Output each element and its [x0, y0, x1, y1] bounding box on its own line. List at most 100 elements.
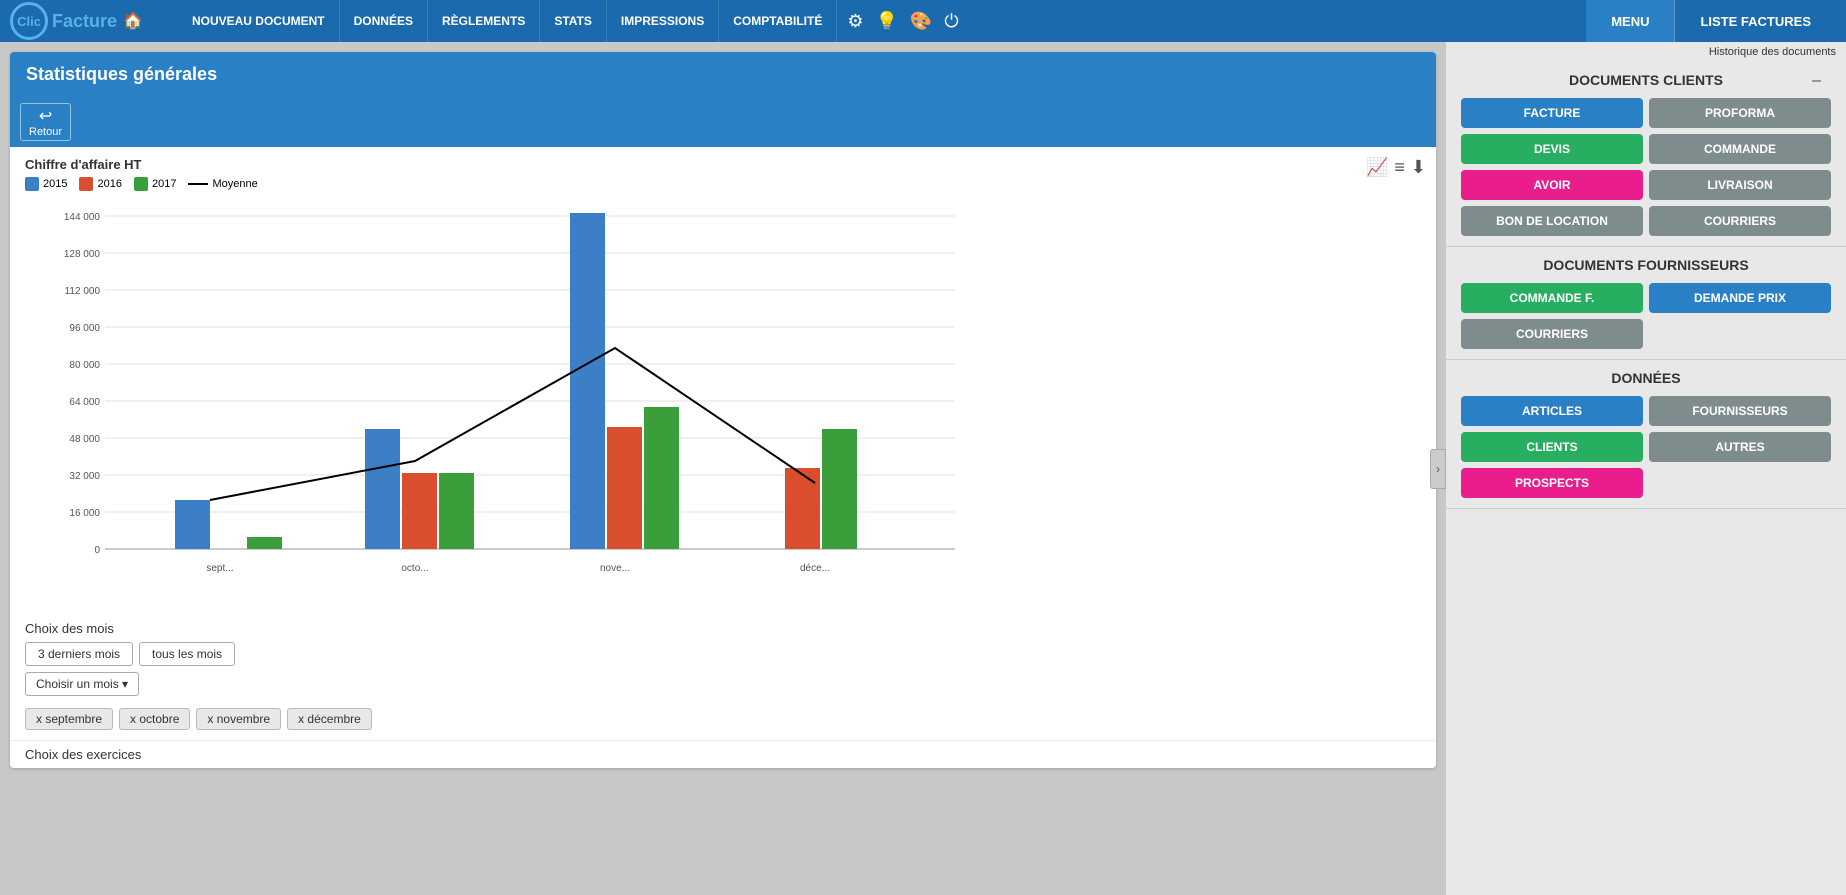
month-filter-label: Choix des mois: [25, 621, 1421, 636]
nav-comptabilite[interactable]: COMPTABILITÉ: [719, 0, 837, 42]
left-content: Statistiques générales ↩ Retour 📈 ≡ ⬇ Ch…: [0, 42, 1446, 895]
average-line: [210, 348, 815, 500]
home-icon[interactable]: 🏠: [123, 11, 143, 31]
prospects-btn[interactable]: PROSPECTS: [1461, 468, 1643, 498]
documents-fournisseurs-title: DOCUMENTS FOURNISSEURS: [1461, 257, 1831, 273]
documents-fournisseurs-section: DOCUMENTS FOURNISSEURS COMMANDE F. DEMAN…: [1446, 247, 1846, 360]
last-3-months-button[interactable]: 3 derniers mois: [25, 642, 133, 666]
chart-title: Chiffre d'affaire HT: [25, 157, 1421, 172]
proforma-btn[interactable]: PROFORMA: [1649, 98, 1831, 128]
stats-card: Statistiques générales ↩ Retour 📈 ≡ ⬇ Ch…: [10, 52, 1436, 768]
devis-btn[interactable]: DEVIS: [1461, 134, 1643, 164]
articles-btn[interactable]: ARTICLES: [1461, 396, 1643, 426]
fournisseurs-btn[interactable]: FOURNISSEURS: [1649, 396, 1831, 426]
settings-icon[interactable]: ⚙: [847, 11, 863, 32]
chart-area: 📈 ≡ ⬇ Chiffre d'affaire HT 2015 2016: [10, 147, 1436, 611]
bar-nove-2016: [607, 427, 642, 549]
liste-factures-button[interactable]: LISTE FACTURES: [1674, 0, 1836, 42]
svg-text:80 000: 80 000: [69, 360, 100, 371]
nav-donnees[interactable]: DONNÉES: [340, 0, 428, 42]
collapse-button[interactable]: ›: [1430, 449, 1446, 489]
exercice-filter-label: Choix des exercices: [25, 747, 141, 762]
svg-text:0: 0: [94, 545, 100, 556]
legend-label-moyenne: Moyenne: [212, 178, 257, 190]
nav-nouveau-document[interactable]: NOUVEAU DOCUMENT: [178, 0, 340, 42]
legend-2017: 2017: [134, 177, 176, 191]
tag-novembre[interactable]: x novembre: [196, 708, 281, 730]
card-header: Statistiques générales: [10, 52, 1436, 97]
list-icon[interactable]: ≡: [1394, 157, 1405, 178]
svg-text:nove...: nove...: [600, 563, 630, 574]
courriers-clients-btn[interactable]: COURRIERS: [1649, 206, 1831, 236]
main-layout: Statistiques générales ↩ Retour 📈 ≡ ⬇ Ch…: [0, 42, 1846, 895]
svg-text:octo...: octo...: [401, 563, 428, 574]
logo-icon: Clic: [10, 2, 48, 40]
nav-reglements[interactable]: RÈGLEMENTS: [428, 0, 540, 42]
clients-btn[interactable]: CLIENTS: [1461, 432, 1643, 462]
svg-text:sept...: sept...: [206, 563, 233, 574]
legend-2016: 2016: [79, 177, 121, 191]
legend-label-2015: 2015: [43, 178, 67, 190]
all-months-button[interactable]: tous les mois: [139, 642, 235, 666]
bar-nove-2015: [570, 213, 605, 549]
bar-nove-2017: [644, 407, 679, 549]
tag-septembre[interactable]: x septembre: [25, 708, 113, 730]
nav-impressions[interactable]: IMPRESSIONS: [607, 0, 719, 42]
palette-icon[interactable]: 🎨: [910, 11, 932, 32]
courriers-fournisseurs-btn[interactable]: COURRIERS: [1461, 319, 1643, 349]
bar-sept-2015: [175, 500, 210, 549]
line-chart-icon[interactable]: 📈: [1366, 157, 1388, 178]
donnees-grid: ARTICLES FOURNISSEURS CLIENTS AUTRES PRO…: [1461, 396, 1831, 498]
commande-btn[interactable]: COMMANDE: [1649, 134, 1831, 164]
livraison-btn[interactable]: LIVRAISON: [1649, 170, 1831, 200]
commande-f-btn[interactable]: COMMANDE F.: [1461, 283, 1643, 313]
documents-clients-grid: FACTURE PROFORMA DEVIS COMMANDE AVOIR LI…: [1461, 98, 1831, 236]
history-label: Historique des documents: [1709, 46, 1836, 58]
logo-area: Clic Facture 🏠: [10, 2, 158, 40]
choose-month-select[interactable]: Choisir un mois ▾: [25, 672, 139, 696]
legend-label-2017: 2017: [152, 178, 176, 190]
legend-2015: 2015: [25, 177, 67, 191]
nav-items: NOUVEAU DOCUMENT DONNÉES RÈGLEMENTS STAT…: [178, 0, 1586, 42]
svg-text:16 000: 16 000: [69, 508, 100, 519]
history-header: Historique des documents: [1446, 42, 1846, 62]
svg-text:96 000: 96 000: [69, 323, 100, 334]
autres-btn[interactable]: AUTRES: [1649, 432, 1831, 462]
back-button[interactable]: ↩ Retour: [20, 103, 71, 141]
nav-stats[interactable]: STATS: [540, 0, 607, 42]
bar-octo-2016: [402, 473, 437, 549]
chart-legend: 2015 2016 2017 Moyenne: [25, 177, 1421, 191]
month-btn-group: 3 derniers mois tous les mois: [25, 642, 1421, 666]
legend-box-2016: [79, 177, 93, 191]
tag-decembre[interactable]: x décembre: [287, 708, 372, 730]
svg-text:112 000: 112 000: [65, 286, 101, 297]
power-icon[interactable]: ⏻: [944, 11, 958, 32]
documents-fournisseurs-grid: COMMANDE F. DEMANDE PRIX COURRIERS: [1461, 283, 1831, 349]
demande-prix-btn[interactable]: DEMANDE PRIX: [1649, 283, 1831, 313]
download-icon[interactable]: ⬇: [1411, 157, 1426, 178]
page-title: Statistiques générales: [26, 64, 217, 84]
donnees-title: DONNÉES: [1461, 370, 1831, 386]
choose-month-label: Choisir un mois: [36, 677, 119, 691]
svg-text:144 000: 144 000: [64, 212, 101, 223]
facture-btn[interactable]: FACTURE: [1461, 98, 1643, 128]
minimize-clients-icon[interactable]: –: [1812, 72, 1821, 90]
lightbulb-icon[interactable]: 💡: [875, 11, 897, 32]
top-nav: Clic Facture 🏠 NOUVEAU DOCUMENT DONNÉES …: [0, 0, 1846, 42]
menu-button[interactable]: MENU: [1586, 0, 1674, 42]
svg-text:déce...: déce...: [800, 563, 830, 574]
donnees-section: DONNÉES ARTICLES FOURNISSEURS CLIENTS AU…: [1446, 360, 1846, 509]
bar-sept-2017: [247, 537, 282, 549]
avoir-btn[interactable]: AVOIR: [1461, 170, 1643, 200]
svg-text:128 000: 128 000: [64, 249, 101, 260]
bar-octo-2015: [365, 429, 400, 549]
legend-label-2016: 2016: [97, 178, 121, 190]
tag-octobre[interactable]: x octobre: [119, 708, 190, 730]
right-panel: Historique des documents › DOCUMENTS CLI…: [1446, 42, 1846, 895]
month-filter-section: Choix des mois 3 derniers mois tous les …: [10, 611, 1436, 740]
bon-location-btn[interactable]: BON DE LOCATION: [1461, 206, 1643, 236]
exercice-filter-section: Choix des exercices: [10, 740, 1436, 768]
back-arrow-icon: ↩: [39, 106, 52, 126]
chart-toolbar: 📈 ≡ ⬇: [1366, 157, 1426, 178]
bar-dece-2017: [822, 429, 857, 549]
